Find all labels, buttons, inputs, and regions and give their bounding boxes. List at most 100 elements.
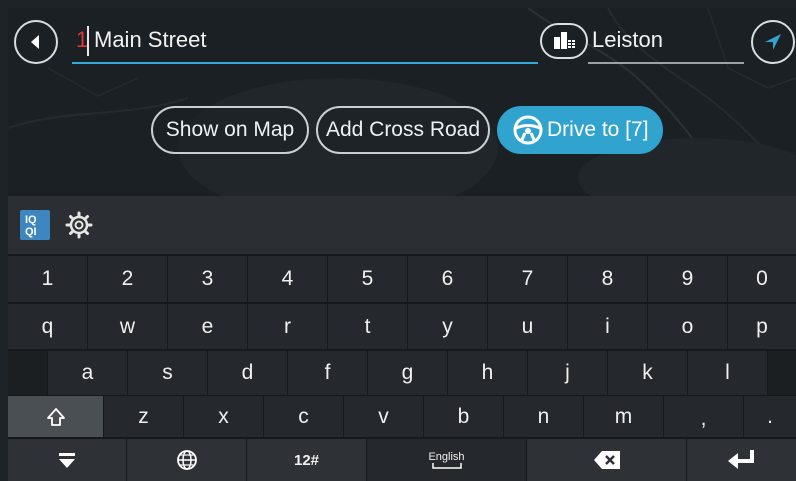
keyboard-toolbar: IQ QI bbox=[8, 196, 796, 254]
key-b[interactable]: b bbox=[424, 396, 503, 437]
key-y[interactable]: y bbox=[408, 304, 487, 349]
key-z[interactable]: z bbox=[104, 396, 183, 437]
key-g[interactable]: g bbox=[368, 351, 447, 395]
key-m[interactable]: m bbox=[584, 396, 663, 437]
back-button[interactable] bbox=[14, 20, 58, 64]
key-f[interactable]: f bbox=[288, 351, 367, 395]
navigation-button[interactable] bbox=[751, 20, 795, 64]
gear-icon[interactable] bbox=[64, 210, 94, 240]
key-q[interactable]: q bbox=[8, 304, 87, 349]
key-comma[interactable]: , bbox=[664, 396, 743, 437]
drive-to-button[interactable]: Drive to [7] bbox=[497, 106, 663, 154]
key-t[interactable]: t bbox=[328, 304, 407, 349]
key-label: 2 bbox=[121, 267, 134, 290]
key-label: m bbox=[614, 404, 633, 428]
key-6[interactable]: 6 bbox=[408, 256, 487, 302]
key-label: 8 bbox=[601, 267, 614, 290]
key-j[interactable]: j bbox=[528, 351, 607, 395]
key-7[interactable]: 7 bbox=[488, 256, 567, 302]
key-c[interactable]: c bbox=[264, 396, 343, 437]
keyboard-language-label: English bbox=[428, 450, 465, 463]
key-label: r bbox=[284, 314, 291, 338]
key-a[interactable]: a bbox=[48, 351, 127, 395]
key-4[interactable]: 4 bbox=[248, 256, 327, 302]
key-label: i bbox=[605, 314, 610, 338]
key-label: u bbox=[521, 314, 534, 338]
numeric-keyboard-button[interactable]: 12# bbox=[247, 439, 366, 481]
iq-routes-glyph: IQ QI bbox=[25, 214, 37, 238]
key-label: c bbox=[298, 404, 309, 428]
key-9[interactable]: 9 bbox=[648, 256, 727, 302]
key-1[interactable]: 1 bbox=[8, 256, 87, 302]
key-3[interactable]: 3 bbox=[168, 256, 247, 302]
key-label: q bbox=[41, 314, 54, 338]
key-label: y bbox=[442, 314, 453, 338]
key-i[interactable]: i bbox=[568, 304, 647, 349]
key-e[interactable]: e bbox=[168, 304, 247, 349]
key-n[interactable]: n bbox=[504, 396, 583, 437]
key-v[interactable]: v bbox=[344, 396, 423, 437]
key-label: . bbox=[767, 405, 773, 428]
keyboard-hide-icon bbox=[59, 453, 75, 468]
backspace-icon bbox=[593, 451, 620, 469]
key-label: n bbox=[537, 404, 550, 428]
key-label: v bbox=[378, 404, 389, 428]
key-spacer-left bbox=[8, 351, 47, 395]
key-k[interactable]: k bbox=[608, 351, 687, 395]
key-p[interactable]: p bbox=[728, 304, 796, 349]
key-s[interactable]: s bbox=[128, 351, 207, 395]
key-5[interactable]: 5 bbox=[328, 256, 407, 302]
add-cross-road-button[interactable]: Add Cross Road bbox=[316, 106, 490, 154]
key-label: p bbox=[756, 314, 768, 338]
key-r[interactable]: r bbox=[248, 304, 327, 349]
key-label: 1 bbox=[41, 267, 54, 290]
city-toggle-button[interactable] bbox=[540, 23, 588, 59]
key-h[interactable]: h bbox=[448, 351, 527, 395]
text-cursor bbox=[87, 26, 89, 56]
shift-key[interactable] bbox=[8, 396, 103, 437]
onscreen-keyboard: 1 2 3 4 5 6 7 8 9 0 q w e r t y u i o p … bbox=[8, 254, 796, 481]
key-period[interactable]: . bbox=[744, 396, 796, 437]
enter-key[interactable] bbox=[687, 439, 796, 481]
hide-keyboard-button[interactable] bbox=[8, 439, 126, 481]
key-label: 7 bbox=[521, 267, 534, 290]
key-d[interactable]: d bbox=[208, 351, 287, 395]
key-label: b bbox=[457, 404, 470, 428]
key-label: e bbox=[201, 314, 214, 338]
key-8[interactable]: 8 bbox=[568, 256, 647, 302]
key-label: t bbox=[364, 314, 371, 338]
key-label: l bbox=[725, 361, 730, 384]
key-x[interactable]: x bbox=[184, 396, 263, 437]
key-w[interactable]: w bbox=[88, 304, 167, 349]
key-0[interactable]: 0 bbox=[728, 256, 796, 302]
key-label: f bbox=[324, 361, 331, 384]
navigation-arrow-icon bbox=[765, 34, 781, 50]
key-label: w bbox=[119, 314, 136, 338]
key-label: 3 bbox=[201, 267, 214, 290]
steering-wheel-icon bbox=[513, 115, 543, 145]
key-label: k bbox=[642, 361, 653, 384]
iq-routes-icon[interactable]: IQ QI bbox=[20, 210, 50, 240]
key-label: x bbox=[218, 404, 229, 428]
street-search-input[interactable]: 1 Main Street bbox=[72, 20, 538, 64]
key-l[interactable]: l bbox=[688, 351, 767, 395]
language-switch-button[interactable] bbox=[127, 439, 246, 481]
app-screen: 1 Main Street Leiston Show on Map Add Cr… bbox=[0, 0, 796, 481]
key-u[interactable]: u bbox=[488, 304, 567, 349]
key-label: 6 bbox=[441, 267, 454, 290]
backspace-key[interactable] bbox=[527, 439, 686, 481]
space-bar-icon bbox=[431, 462, 462, 469]
key-2[interactable]: 2 bbox=[88, 256, 167, 302]
show-on-map-label: Show on Map bbox=[165, 118, 295, 141]
key-label: 0 bbox=[756, 267, 768, 290]
key-spacer-right bbox=[768, 351, 796, 395]
space-key[interactable]: English bbox=[367, 439, 526, 481]
key-o[interactable]: o bbox=[648, 304, 727, 349]
city-input[interactable]: Leiston bbox=[588, 20, 744, 64]
key-label: s bbox=[162, 361, 173, 384]
gear-glyph bbox=[65, 211, 93, 239]
back-arrow-icon bbox=[31, 35, 39, 49]
key-label: j bbox=[565, 361, 570, 384]
city-buildings-icon bbox=[554, 32, 575, 49]
show-on-map-button[interactable]: Show on Map bbox=[151, 106, 309, 154]
